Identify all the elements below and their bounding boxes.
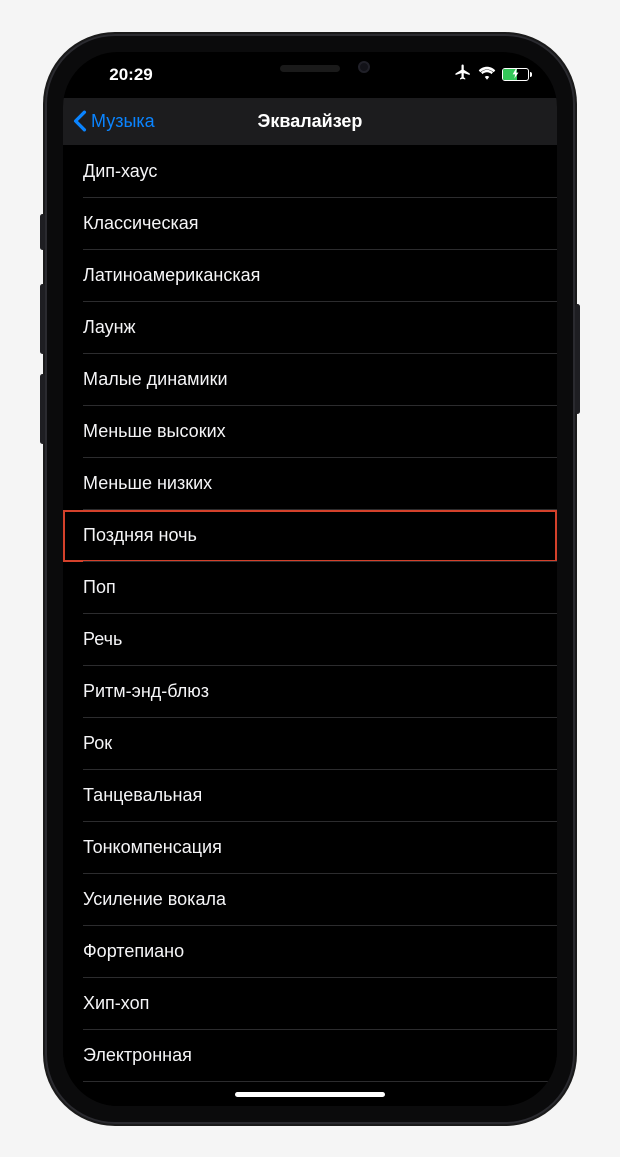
list-item[interactable]: Меньше высоких [63,406,557,458]
list-item-label: Латиноамериканская [83,265,260,286]
list-item[interactable]: Речь [63,614,557,666]
list-item[interactable]: Лаунж [63,302,557,354]
list-item[interactable]: Дип-хаус [63,146,557,198]
speaker-grille [280,65,340,72]
list-item-label: Усиление вокала [83,889,226,910]
list-item-label: Ритм-энд-блюз [83,681,209,702]
airplane-icon [454,63,472,86]
list-item-label: Речь [83,629,122,650]
list-item-label: Рок [83,733,112,754]
list-item[interactable]: Латиноамериканская [63,250,557,302]
list-item-label: Лаунж [83,317,136,338]
list-item-label: Фортепиано [83,941,184,962]
status-right [454,63,529,86]
battery-icon [502,68,529,81]
chevron-left-icon [73,110,87,132]
home-indicator[interactable] [235,1092,385,1097]
list-item-label: Тонкомпенсация [83,837,222,858]
list-item[interactable]: Поздняя ночь [63,510,557,562]
list-item[interactable]: Усиление вокала [63,874,557,926]
list-item-label: Поп [83,577,116,598]
side-button-volume-up [40,284,45,354]
back-button[interactable]: Музыка [63,110,155,132]
list-item-label: Меньше высоких [83,421,226,442]
side-button-silent [40,214,45,250]
list-item[interactable]: Классическая [63,198,557,250]
side-button-volume-down [40,374,45,444]
list-item[interactable]: Рок [63,718,557,770]
notch [195,52,425,86]
back-label: Музыка [91,111,155,132]
list-item-label: Дип-хаус [83,161,157,182]
battery-charging-icon [512,68,520,81]
list-item-label: Поздняя ночь [83,525,197,546]
list-item-label: Малые динамики [83,369,228,390]
list-item-label: Классическая [83,213,198,234]
wifi-icon [478,65,496,85]
list-item[interactable]: Фортепиано [63,926,557,978]
list-item-label: Хип-хоп [83,993,149,1014]
list-item[interactable]: Поп [63,562,557,614]
screen: 20:29 Муз [63,52,557,1106]
list-item[interactable]: Хип-хоп [63,978,557,1030]
list-item[interactable]: Ритм-энд-блюз [63,666,557,718]
list-item[interactable]: Танцевальная [63,770,557,822]
phone-frame: 20:29 Муз [45,34,575,1124]
list-item-label: Меньше низких [83,473,212,494]
list-item-label: Электронная [83,1045,192,1066]
list-item[interactable]: Меньше низких [63,458,557,510]
list-item[interactable]: Малые динамики [63,354,557,406]
list-item[interactable]: Электронная [63,1030,557,1082]
status-time: 20:29 [91,65,171,85]
list-item[interactable]: Тонкомпенсация [63,822,557,874]
front-camera [358,61,370,73]
equalizer-list[interactable]: Дип-хаус Классическая Латиноамериканская Ла… [63,146,557,1106]
nav-bar: Музыка Эквалайзер [63,98,557,146]
side-button-power [575,304,580,414]
list-item-label: Танцевальная [83,785,202,806]
